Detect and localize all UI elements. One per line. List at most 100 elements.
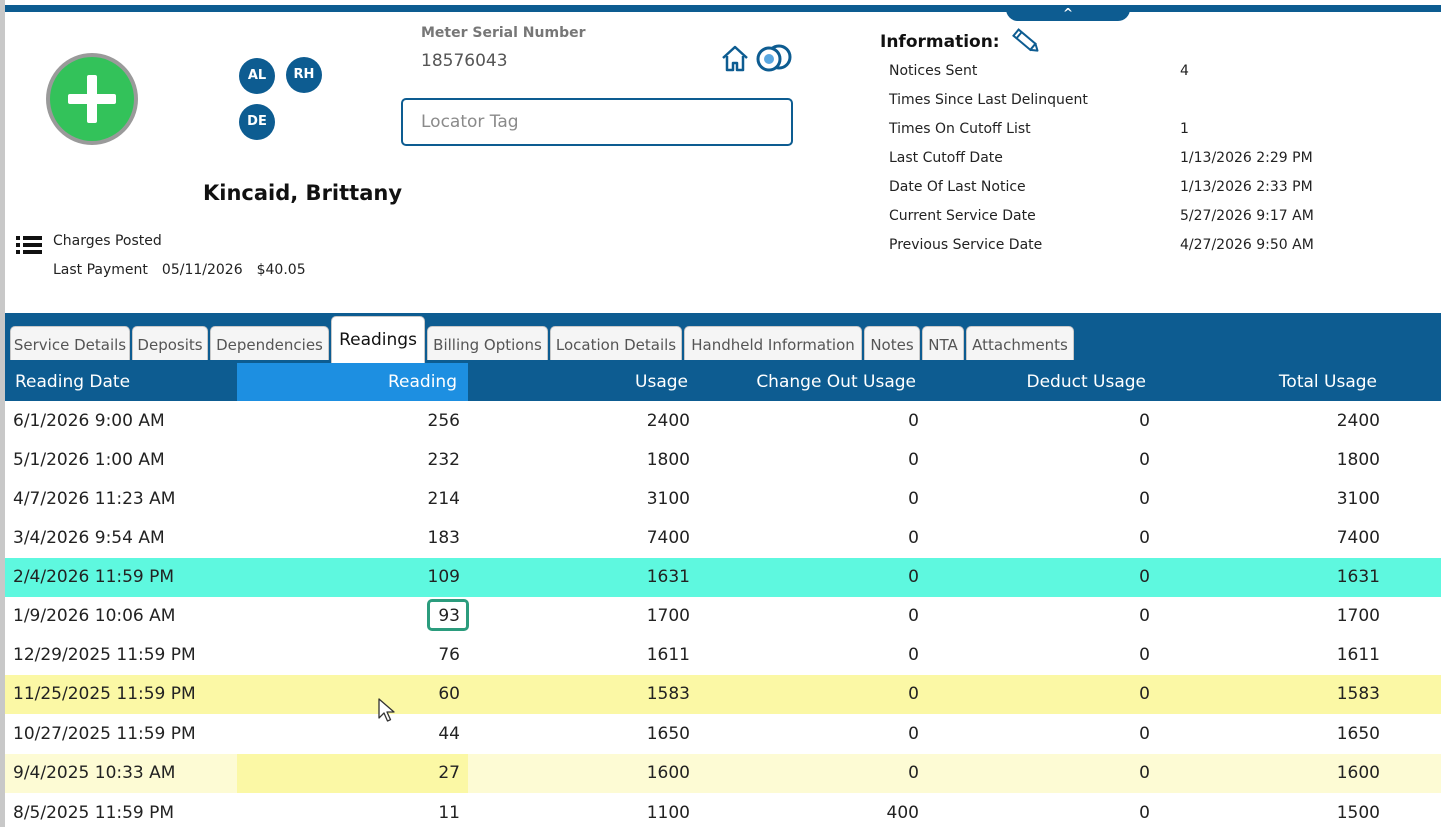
cell-total-usage: 1631 [1336, 567, 1380, 587]
column-header-deduct-usage[interactable]: Deduct Usage [925, 363, 1147, 401]
add-button[interactable] [46, 53, 138, 145]
info-value: 1 [1180, 121, 1189, 137]
cell-change-out-usage: 0 [908, 567, 919, 587]
meter-serial-label: Meter Serial Number [421, 25, 586, 41]
cell-change-out-usage: 0 [908, 411, 919, 431]
table-row-highlighted[interactable]: 11/25/2025 11:59 PM 60 1583 0 0 1583 [5, 675, 1441, 714]
last-payment-label: Last Payment [53, 262, 148, 278]
cell-change-out-usage: 0 [908, 606, 919, 626]
column-header-usage[interactable]: Usage [475, 363, 688, 401]
cell-change-out-usage: 0 [908, 724, 919, 744]
info-label: Times On Cutoff List [889, 121, 1031, 137]
column-header-change-out-usage[interactable]: Change Out Usage [695, 363, 916, 401]
plus-circle-icon [50, 57, 134, 141]
cell-change-out-usage: 0 [908, 450, 919, 470]
tab-deposits[interactable]: Deposits [132, 326, 208, 360]
cell-total-usage: 1500 [1336, 803, 1380, 823]
cell-reading[interactable]: 232 [237, 441, 460, 480]
tab-notes[interactable]: Notes [864, 326, 920, 360]
table-row[interactable]: 5/1/2026 1:00 AM 232 1800 0 0 1800 [5, 441, 1441, 480]
cell-deduct-usage: 0 [1139, 684, 1150, 704]
cell-reading-date: 5/1/2026 1:00 AM [13, 450, 165, 470]
home-icon[interactable] [720, 43, 750, 73]
collapse-header-button[interactable]: ^ [1006, 7, 1130, 21]
cell-total-usage: 2400 [1336, 411, 1380, 431]
tab-location-details[interactable]: Location Details [550, 326, 682, 360]
cell-total-usage: 1583 [1336, 684, 1380, 704]
cell-reading[interactable]: 76 [237, 636, 460, 675]
cell-deduct-usage: 0 [1139, 803, 1150, 823]
cell-usage: 1100 [646, 803, 690, 823]
avatar[interactable]: DE [239, 104, 275, 140]
list-icon[interactable] [16, 234, 42, 256]
cell-usage: 2400 [646, 411, 690, 431]
cell-reading-date: 4/7/2026 11:23 AM [13, 489, 176, 509]
coins-icon[interactable] [756, 44, 792, 72]
meter-serial-value: 18576043 [421, 51, 508, 71]
cell-deduct-usage: 0 [1139, 567, 1150, 587]
tab-nta[interactable]: NTA [922, 326, 964, 360]
cell-reading-date: 10/27/2025 11:59 PM [13, 724, 196, 744]
column-header-reading[interactable]: Reading [237, 363, 457, 401]
info-label: Current Service Date [889, 208, 1036, 224]
tab-readings[interactable]: Readings [331, 316, 425, 363]
avatar[interactable]: RH [286, 57, 322, 93]
tab-billing-options[interactable]: Billing Options [427, 326, 548, 360]
tab-service-details[interactable]: Service Details [10, 326, 130, 360]
cell-total-usage: 3100 [1336, 489, 1380, 509]
cell-focus-indicator [427, 599, 469, 631]
cell-reading[interactable]: 44 [237, 715, 460, 754]
table-row[interactable]: 4/7/2026 11:23 AM 214 3100 0 0 3100 [5, 480, 1441, 519]
column-header-reading-date[interactable]: Reading Date [15, 363, 130, 401]
info-value: 1/13/2026 2:29 PM [1180, 150, 1313, 166]
table-row[interactable]: 3/4/2026 9:54 AM 183 7400 0 0 7400 [5, 519, 1441, 558]
pencil-icon[interactable] [1010, 26, 1042, 56]
cell-deduct-usage: 0 [1139, 606, 1150, 626]
table-row[interactable]: 1/9/2026 10:06 AM 93 1700 0 0 1700 [5, 597, 1441, 636]
cell-reading[interactable]: 27 [237, 754, 460, 793]
column-header-total-usage[interactable]: Total Usage [1155, 363, 1377, 401]
info-label: Times Since Last Delinquent [889, 92, 1088, 108]
info-value: 1/13/2026 2:33 PM [1180, 179, 1313, 195]
cell-reading-date: 3/4/2026 9:54 AM [13, 528, 165, 548]
info-row-previous-service-date: Previous Service Date 4/27/2026 9:50 AM [889, 237, 1314, 253]
cell-reading[interactable]: 183 [237, 519, 460, 558]
tab-dependencies[interactable]: Dependencies [210, 326, 329, 360]
cell-reading-date: 1/9/2026 10:06 AM [13, 606, 176, 626]
cell-usage: 1631 [646, 567, 690, 587]
locator-tag-input[interactable] [401, 98, 793, 146]
cell-change-out-usage: 0 [908, 489, 919, 509]
table-row[interactable]: 12/29/2025 11:59 PM 76 1611 0 0 1611 [5, 636, 1441, 675]
cell-change-out-usage: 400 [886, 803, 919, 823]
cell-change-out-usage: 0 [908, 763, 919, 783]
cell-change-out-usage: 0 [908, 645, 919, 665]
cell-deduct-usage: 0 [1139, 489, 1150, 509]
cell-deduct-usage: 0 [1139, 411, 1150, 431]
avatar[interactable]: AL [239, 58, 275, 94]
cell-usage: 1800 [646, 450, 690, 470]
readings-grid-header: Reading Date Reading Usage Change Out Us… [5, 363, 1441, 401]
cell-reading-date: 9/4/2025 10:33 AM [13, 763, 176, 783]
cell-reading[interactable]: 214 [237, 480, 460, 519]
cell-reading[interactable]: 256 [237, 402, 460, 441]
cell-deduct-usage: 0 [1139, 763, 1150, 783]
tab-handheld-information[interactable]: Handheld Information [684, 326, 862, 360]
cell-reading-date: 2/4/2026 11:59 PM [13, 567, 175, 587]
table-row[interactable]: 6/1/2026 9:00 AM 256 2400 0 0 2400 [5, 402, 1441, 441]
tab-attachments[interactable]: Attachments [966, 326, 1074, 360]
cell-reading[interactable]: 11 [237, 794, 460, 833]
table-row[interactable]: 8/5/2025 11:59 PM 11 1100 400 0 1500 [5, 794, 1441, 827]
cell-reading-date: 6/1/2026 9:00 AM [13, 411, 165, 431]
table-row-highlighted[interactable]: 2/4/2026 11:59 PM 109 1631 0 0 1631 [5, 558, 1441, 597]
info-row-times-on-cutoff-list: Times On Cutoff List 1 [889, 121, 1189, 137]
table-row-highlighted[interactable]: 9/4/2025 10:33 AM 27 1600 0 0 1600 [5, 754, 1441, 793]
cell-usage: 1700 [646, 606, 690, 626]
cell-total-usage: 1611 [1336, 645, 1380, 665]
last-payment: Last Payment 05/11/2026 $40.05 [53, 262, 320, 278]
info-label: Previous Service Date [889, 237, 1043, 253]
table-row[interactable]: 10/27/2025 11:59 PM 44 1650 0 0 1650 [5, 715, 1441, 754]
cell-deduct-usage: 0 [1139, 724, 1150, 744]
cell-reading[interactable]: 109 [237, 558, 460, 597]
info-row-current-service-date: Current Service Date 5/27/2026 9:17 AM [889, 208, 1314, 224]
cell-reading[interactable]: 60 [237, 675, 460, 714]
